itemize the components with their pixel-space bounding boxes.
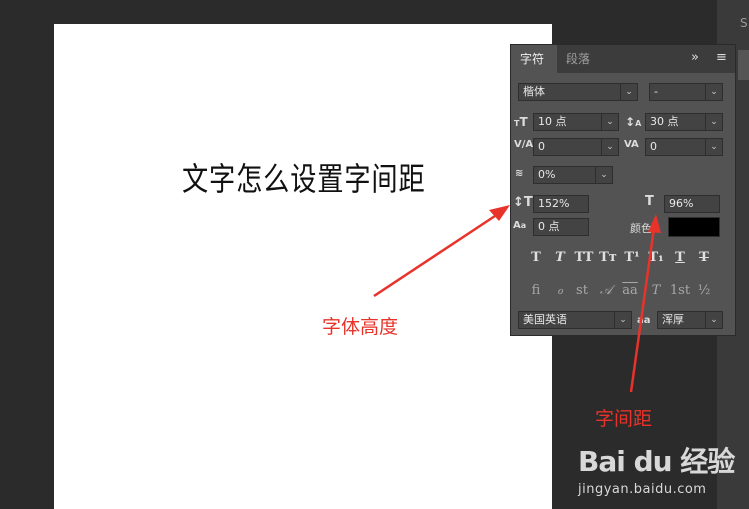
chevron-down-icon: ⌄ bbox=[705, 84, 722, 100]
annotation-font-height: 字体高度 bbox=[322, 316, 399, 338]
document-canvas[interactable]: 文字怎么设置字间距 bbox=[54, 24, 552, 509]
font-size-value: 10 点 bbox=[538, 115, 567, 128]
language-value: 美国英语 bbox=[523, 313, 567, 326]
scrollbar-thumb[interactable] bbox=[738, 50, 749, 80]
tracking-select[interactable]: 0 ⌄ bbox=[645, 138, 723, 156]
document-text: 文字怎么设置字间距 bbox=[182, 160, 426, 198]
superscript-button[interactable]: T¹ bbox=[623, 250, 641, 266]
tsume-value: 0% bbox=[538, 168, 556, 181]
kerning-select[interactable]: 0 ⌄ bbox=[533, 138, 619, 156]
tsume-select[interactable]: 0% ⌄ bbox=[533, 166, 613, 184]
kerning-value: 0 bbox=[538, 140, 545, 153]
baidu-watermark: Bai du 经验 jingyan.baidu.com bbox=[578, 440, 735, 497]
font-family-value: 楷体 bbox=[523, 85, 545, 98]
chevron-down-icon: ⌄ bbox=[705, 114, 722, 130]
all-caps-button[interactable]: TT bbox=[573, 250, 595, 266]
panel-tabbar: 字符 段落 » ≡ bbox=[511, 45, 735, 73]
chevron-down-icon: ⌄ bbox=[705, 312, 722, 328]
tsume-icon: ≋ bbox=[515, 168, 524, 179]
tab-paragraph[interactable]: 段落 bbox=[557, 45, 599, 73]
right-edge-glyph: S bbox=[740, 16, 748, 30]
expand-icon[interactable]: » bbox=[691, 45, 699, 73]
baidu-logo: Bai du 经验 bbox=[578, 445, 735, 478]
strikethrough-button[interactable]: T bbox=[695, 250, 713, 266]
annotation-letter-spacing: 字间距 bbox=[595, 408, 653, 430]
baseline-shift-icon: Aa bbox=[513, 220, 527, 231]
language-select[interactable]: 美国英语 ⌄ bbox=[518, 311, 632, 329]
horizontal-scale-icon: T bbox=[645, 194, 654, 209]
faux-bold-button[interactable]: T bbox=[527, 250, 545, 266]
font-family-select[interactable]: 楷体 ⌄ bbox=[518, 83, 638, 101]
swash-button[interactable]: 𝒜 bbox=[597, 283, 615, 299]
antialias-select[interactable]: 浑厚 ⌄ bbox=[657, 311, 723, 329]
font-style-value: - bbox=[654, 85, 658, 98]
chevron-down-icon: ⌄ bbox=[620, 84, 637, 100]
baidu-url: jingyan.baidu.com bbox=[578, 482, 707, 497]
panel-menu-icon[interactable]: ≡ bbox=[716, 45, 727, 73]
ligature-button[interactable]: fi bbox=[527, 283, 545, 299]
antialias-icon: aa bbox=[637, 315, 651, 326]
chevron-down-icon: ⌄ bbox=[705, 139, 722, 155]
vertical-scale-icon: ↕T bbox=[513, 195, 533, 210]
tab-character[interactable]: 字符 bbox=[511, 45, 557, 73]
chevron-down-icon: ⌄ bbox=[601, 114, 618, 130]
antialias-value: 浑厚 bbox=[662, 313, 684, 326]
font-size-icon: TT bbox=[514, 115, 528, 129]
titling-alternates-button[interactable]: aa bbox=[621, 283, 639, 299]
discretionary-ligature-button[interactable]: ℴ bbox=[551, 283, 569, 299]
fractions-button[interactable]: ½ bbox=[695, 283, 713, 299]
leading-icon: ↕A bbox=[625, 115, 642, 129]
chevron-down-icon: ⌄ bbox=[601, 139, 618, 155]
chevron-down-icon: ⌄ bbox=[614, 312, 631, 328]
leading-select[interactable]: 30 点 ⌄ bbox=[645, 113, 723, 131]
stylistic-alternates-button[interactable]: st bbox=[573, 283, 591, 299]
color-label: 颜色： bbox=[630, 222, 663, 235]
faux-italic-button[interactable]: T bbox=[551, 250, 569, 266]
color-swatch[interactable] bbox=[668, 217, 720, 237]
font-style-select[interactable]: - ⌄ bbox=[649, 83, 723, 101]
tracking-icon: VA bbox=[624, 139, 639, 150]
underline-button[interactable]: T bbox=[671, 250, 689, 266]
subscript-button[interactable]: T₁ bbox=[647, 250, 665, 266]
ordinals-button[interactable]: 1st bbox=[669, 283, 691, 299]
small-caps-button[interactable]: Tт bbox=[599, 250, 617, 266]
character-panel: 字符 段落 » ≡ 楷体 ⌄ - ⌄ TT 10 点 ⌄ ↕A 30 点 ⌄ V… bbox=[510, 44, 736, 336]
baseline-shift-field[interactable]: 0 点 bbox=[533, 218, 589, 236]
vertical-scale-field[interactable]: 152% bbox=[533, 195, 589, 213]
leading-value: 30 点 bbox=[650, 115, 679, 128]
ornaments-button[interactable]: T bbox=[647, 283, 665, 299]
tracking-value: 0 bbox=[650, 140, 657, 153]
kerning-icon: V/A bbox=[514, 139, 534, 150]
horizontal-scale-field[interactable]: 96% bbox=[664, 195, 720, 213]
font-size-select[interactable]: 10 点 ⌄ bbox=[533, 113, 619, 131]
chevron-down-icon: ⌄ bbox=[595, 167, 612, 183]
